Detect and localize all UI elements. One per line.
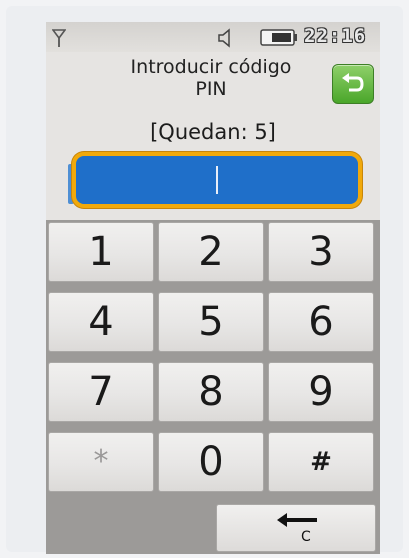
key-star[interactable]: * [48,432,154,492]
remaining-attempts: [Quedan: 5] [150,120,276,144]
pin-input[interactable] [72,152,362,208]
text-cursor [216,166,218,194]
clear-button[interactable]: C [216,504,376,552]
key-7[interactable]: 7 [48,362,154,422]
title-line-2: PIN [195,78,227,100]
phone-screen: 22:16 Introducir código PIN [Quedan: 5] … [46,22,380,554]
key-8[interactable]: 8 [158,362,264,422]
status-bar: 22:16 [46,22,380,52]
key-1[interactable]: 1 [48,222,154,282]
key-4[interactable]: 4 [48,292,154,352]
back-button[interactable] [332,64,374,104]
page-title: Introducir código PIN [86,56,336,100]
battery-icon [260,29,297,46]
key-3[interactable]: 3 [268,222,374,282]
key-2[interactable]: 2 [158,222,264,282]
clock: 22:16 [304,25,367,47]
signal-icon [52,29,66,47]
clear-label: C [301,529,311,545]
key-6[interactable]: 6 [268,292,374,352]
backspace-arrow-icon [277,513,317,527]
speaker-icon [218,28,230,48]
key-9[interactable]: 9 [268,362,374,422]
key-hash[interactable]: # [268,432,374,492]
keypad: 1 2 3 4 5 6 7 8 9 * 0 # C [46,220,380,554]
title-line-1: Introducir código [130,56,292,78]
back-arrow-icon [342,73,364,92]
key-0[interactable]: 0 [158,432,264,492]
key-5[interactable]: 5 [158,292,264,352]
